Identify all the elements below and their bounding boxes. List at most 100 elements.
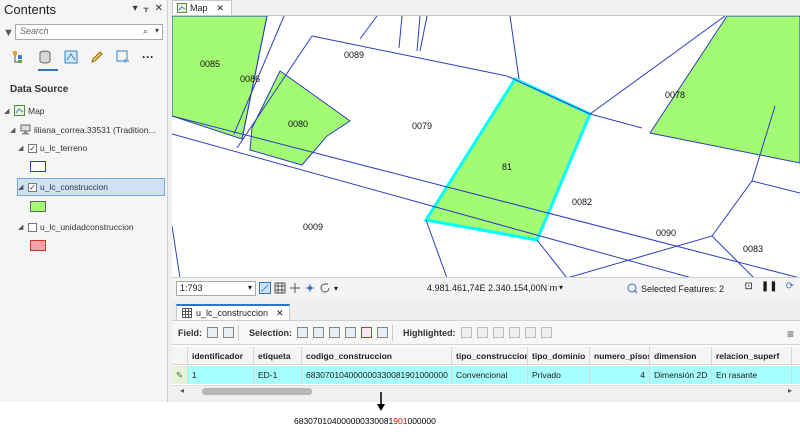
- column-header[interactable]: codigo_construccion: [302, 347, 452, 365]
- layer-visibility-checkbox[interactable]: ✓: [28, 143, 37, 153]
- delete-selected-icon[interactable]: [361, 327, 373, 338]
- tab-attribute-table[interactable]: u_lc_construccion ✕: [176, 304, 290, 320]
- contents-title: Contents: [4, 2, 57, 17]
- expand-triangle-icon[interactable]: ◢: [18, 144, 25, 152]
- expand-triangle-icon[interactable]: ◢: [18, 183, 25, 191]
- field-label: Field:: [178, 327, 202, 338]
- layer-symbol-swatch[interactable]: [30, 161, 46, 172]
- list-by-selection-icon[interactable]: [64, 50, 78, 64]
- copy-highlighted-icon[interactable]: [540, 327, 552, 338]
- refresh-map-icon[interactable]: ⟳: [786, 281, 794, 292]
- zoom-to-highlighted-icon[interactable]: [460, 327, 472, 338]
- calculate-field-icon[interactable]: [223, 327, 234, 338]
- filter-icon[interactable]: ▼: [3, 27, 14, 39]
- chevron-down-icon[interactable]: ▾: [334, 284, 338, 293]
- refresh-icon[interactable]: [319, 282, 331, 294]
- select-by-attributes-icon[interactable]: [297, 327, 309, 338]
- tree-item-database[interactable]: ◢ liliana_correa.33531 (Tradition...: [10, 124, 156, 135]
- list-by-editing-icon[interactable]: [90, 50, 104, 64]
- copy-selection-icon[interactable]: [377, 327, 389, 338]
- table-cell[interactable]: Convencional: [452, 366, 528, 384]
- table-cell[interactable]: 4: [590, 366, 650, 384]
- expand-triangle-icon[interactable]: ◢: [10, 126, 17, 134]
- close-tab-icon[interactable]: ✕: [217, 3, 225, 14]
- column-header[interactable]: relacion_superf: [712, 347, 792, 365]
- column-header[interactable]: etiqueta: [254, 347, 302, 365]
- selected-features-indicator[interactable]: Selected Features: 2: [627, 283, 724, 294]
- close-tab-icon[interactable]: ✕: [276, 308, 284, 319]
- table-cell[interactable]: ED-1: [254, 366, 302, 384]
- edit-pencil-icon[interactable]: ✎: [172, 366, 188, 384]
- pause-drawing-icon[interactable]: ❚❚: [761, 281, 778, 292]
- column-header[interactable]: numero_pisos: [590, 347, 650, 365]
- search-placeholder: Search: [20, 26, 49, 36]
- grid-icon[interactable]: [274, 282, 286, 294]
- parcel-0080[interactable]: [249, 70, 351, 166]
- table-menu-icon[interactable]: ≡: [787, 327, 794, 341]
- close-icon[interactable]: ✕: [155, 3, 163, 14]
- parcel-label: 0090: [656, 228, 676, 238]
- column-header[interactable]: dimension: [650, 347, 712, 365]
- scale-dropdown[interactable]: 1:793 ▾: [176, 280, 256, 296]
- layer-u-lc-construccion[interactable]: ◢ ✓ u_lc_construccion: [18, 182, 108, 192]
- layer-symbol-swatch[interactable]: [30, 240, 46, 251]
- list-by-drawing-order-icon[interactable]: [12, 50, 26, 64]
- scrollbar-thumb[interactable]: [202, 388, 312, 395]
- table-cell[interactable]: En rasante: [712, 366, 792, 384]
- switch-highlighted-icon[interactable]: [476, 327, 488, 338]
- list-by-snapping-icon[interactable]: [116, 50, 130, 64]
- horizontal-scrollbar[interactable]: ◂ ▸: [172, 385, 800, 397]
- column-header[interactable]: tipo_construccion: [452, 347, 528, 365]
- fixed-zoom-icon[interactable]: [259, 282, 271, 294]
- parcel-label: 0079: [412, 121, 432, 131]
- more-icon[interactable]: ···: [142, 50, 154, 64]
- snapping-icon[interactable]: [304, 282, 316, 294]
- table-row[interactable]: ✎ 1 ED-1 683070104000000330081901000000 …: [172, 366, 800, 384]
- pan-to-highlighted-icon[interactable]: [492, 327, 504, 338]
- code-prefix: 683070104000000330081: [294, 416, 394, 426]
- map-canvas[interactable]: 0085 0086 0089 0080 0079 81 0078 0082 00…: [172, 16, 800, 277]
- pin-icon[interactable]: ᚁ: [144, 3, 149, 14]
- chevron-down-icon[interactable]: ▾: [559, 283, 563, 292]
- tab-map[interactable]: Map ✕: [172, 0, 232, 15]
- scroll-right-icon[interactable]: ▸: [788, 386, 792, 395]
- selected-features-label: Selected Features: 2: [641, 283, 725, 294]
- tree-item-map[interactable]: ◢ Map: [4, 105, 45, 116]
- add-field-icon[interactable]: [207, 327, 218, 338]
- table-cell[interactable]: 1: [188, 366, 254, 384]
- layer-u-lc-terreno[interactable]: ◢ ✓ u_lc_terreno: [18, 143, 87, 153]
- map-rotation-icon[interactable]: ⊡: [744, 281, 752, 292]
- table-cell[interactable]: 683070104000000330081901000000: [302, 366, 452, 384]
- parcel-label: 0083: [743, 244, 763, 254]
- search-icon[interactable]: ⌕: [143, 26, 148, 37]
- layer-name: u_lc_unidadconstruccion: [40, 222, 134, 232]
- clear-selection-icon[interactable]: [345, 327, 357, 338]
- list-by-source-icon[interactable]: [38, 50, 52, 64]
- map-icon: [14, 105, 25, 116]
- expand-triangle-icon[interactable]: ◢: [18, 223, 25, 231]
- parcel-label: 0009: [303, 222, 323, 232]
- layer-symbol-swatch[interactable]: [30, 201, 46, 212]
- switch-selection-icon[interactable]: [329, 327, 341, 338]
- chevron-down-icon[interactable]: ▾: [155, 26, 159, 35]
- layer-visibility-checkbox[interactable]: ✓: [28, 182, 37, 192]
- scroll-left-icon[interactable]: ◂: [180, 386, 184, 395]
- map-view[interactable]: 0085 0086 0089 0080 0079 81 0078 0082 00…: [172, 15, 800, 277]
- pane-options-icon[interactable]: ▾: [133, 3, 138, 14]
- coordinates-readout: 4.981.461,74E 2.340.154,00N m: [427, 283, 558, 293]
- unhighlight-icon[interactable]: [508, 327, 520, 338]
- table-cell[interactable]: Dimensión 2D: [650, 366, 712, 384]
- layer-u-lc-unidadconstruccion[interactable]: ◢ u_lc_unidadconstruccion: [18, 222, 134, 232]
- table-cell[interactable]: Privado: [528, 366, 590, 384]
- section-title: Data Source: [10, 84, 69, 95]
- constraints-icon[interactable]: [289, 282, 301, 294]
- expand-triangle-icon[interactable]: ◢: [4, 107, 11, 115]
- code-highlight: 901: [393, 416, 408, 426]
- delete-highlighted-icon[interactable]: [524, 327, 536, 338]
- chevron-down-icon[interactable]: ▾: [248, 283, 252, 292]
- zoom-to-selection-icon[interactable]: [313, 327, 325, 338]
- layer-visibility-checkbox[interactable]: [28, 222, 37, 232]
- column-header[interactable]: tipo_dominio: [528, 347, 590, 365]
- column-header[interactable]: identificador: [188, 347, 254, 365]
- search-input[interactable]: Search ⌕ ▾: [15, 24, 163, 40]
